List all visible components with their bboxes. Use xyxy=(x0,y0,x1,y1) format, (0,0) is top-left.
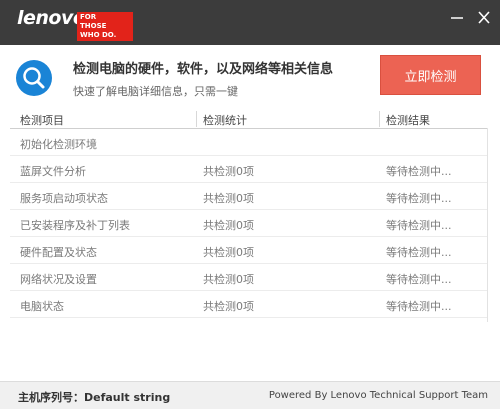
column-header-item[interactable]: 检测项目 xyxy=(20,112,64,128)
title-bar[interactable]: lenovo FOR THOSE WHO DO. xyxy=(0,0,500,45)
row-stat: 共检测0项 xyxy=(203,300,254,313)
column-header-result[interactable]: 检测结果 xyxy=(386,112,430,128)
row-stat: 共检测0项 xyxy=(203,246,254,259)
table-row[interactable]: 网络状况及设置 共检测0项 等待检测中... xyxy=(10,264,488,291)
table-row[interactable]: 已安装程序及补丁列表 共检测0项 等待检测中... xyxy=(10,210,488,237)
close-button[interactable] xyxy=(475,10,493,26)
search-icon xyxy=(16,60,52,96)
serial-number: 主机序列号：Default string xyxy=(18,391,171,404)
row-item: 服务项启动项状态 xyxy=(20,192,108,205)
logo-tagline: FOR THOSE WHO DO. xyxy=(77,12,133,41)
column-header-stat[interactable]: 检测统计 xyxy=(203,112,247,128)
table-row[interactable]: 硬件配置及状态 共检测0项 等待检测中... xyxy=(10,237,488,264)
minimize-button[interactable] xyxy=(448,10,466,26)
row-result: 等待检测中... xyxy=(386,246,452,259)
row-item: 网络状况及设置 xyxy=(20,273,97,286)
minimize-icon xyxy=(451,17,463,19)
row-stat: 共检测0项 xyxy=(203,219,254,232)
row-result: 等待检测中... xyxy=(386,300,452,313)
table-row[interactable]: 蓝屏文件分析 共检测0项 等待检测中... xyxy=(10,156,488,183)
table-header: 检测项目 检测统计 检测结果 xyxy=(10,109,488,129)
row-item: 电脑状态 xyxy=(20,300,64,313)
row-result: 等待检测中... xyxy=(386,165,452,178)
row-result: 等待检测中... xyxy=(386,192,452,205)
row-item: 蓝屏文件分析 xyxy=(20,165,86,178)
row-item: 初始化检测环境 xyxy=(20,138,97,151)
column-divider[interactable] xyxy=(196,111,197,127)
table-border xyxy=(487,128,488,322)
column-divider[interactable] xyxy=(379,111,380,127)
powered-by: Powered By Lenovo Technical Support Team xyxy=(268,390,488,401)
logo-tag-line2: THOSE xyxy=(80,22,107,30)
status-footer: 主机序列号：Default string Powered By Lenovo T… xyxy=(0,381,500,409)
row-item: 硬件配置及状态 xyxy=(20,246,97,259)
lenovo-diagnostic-window: lenovo FOR THOSE WHO DO. 检测电脑的硬件，软件，以及网络… xyxy=(0,0,500,409)
close-icon xyxy=(478,11,490,24)
row-result: 等待检测中... xyxy=(386,219,452,232)
start-detection-button[interactable]: 立即检测 xyxy=(380,55,481,95)
detection-table: 检测项目 检测统计 检测结果 初始化检测环境 蓝屏文件分析 共检测0项 等待检测中..… xyxy=(10,109,488,318)
logo-tag-line1: FOR xyxy=(80,13,97,21)
row-item: 已安装程序及补丁列表 xyxy=(20,219,130,232)
logo-tag-line3: WHO DO. xyxy=(80,31,117,39)
row-stat: 共检测0项 xyxy=(203,165,254,178)
table-row[interactable]: 初始化检测环境 xyxy=(10,129,488,156)
table-row[interactable]: 电脑状态 共检测0项 等待检测中... xyxy=(10,291,488,318)
row-stat: 共检测0项 xyxy=(203,273,254,286)
row-stat: 共检测0项 xyxy=(203,192,254,205)
table-row[interactable]: 服务项启动项状态 共检测0项 等待检测中... xyxy=(10,183,488,210)
headline: 检测电脑的硬件，软件，以及网络等相关信息 xyxy=(73,62,334,77)
row-result: 等待检测中... xyxy=(386,273,452,286)
subtitle: 快速了解电脑详细信息，只需一键 xyxy=(73,85,238,98)
logo-wordmark: lenovo xyxy=(17,7,86,29)
